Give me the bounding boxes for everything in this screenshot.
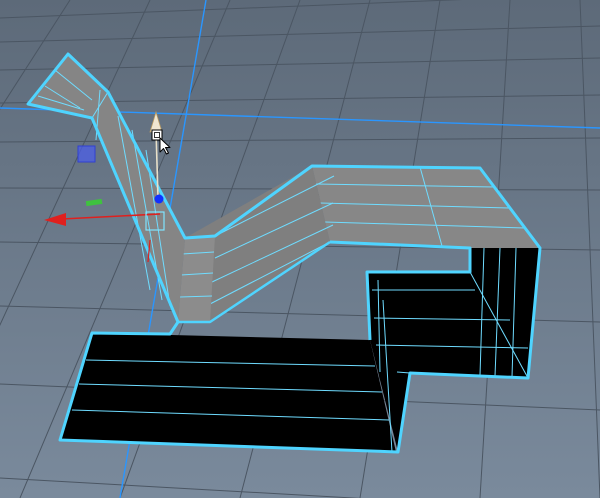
viewport-scene[interactable] bbox=[0, 0, 600, 498]
3d-viewport[interactable] bbox=[0, 0, 600, 498]
pivot-point[interactable] bbox=[154, 194, 164, 204]
mesh-floor-face bbox=[60, 333, 396, 452]
plane-handle[interactable] bbox=[77, 145, 96, 163]
